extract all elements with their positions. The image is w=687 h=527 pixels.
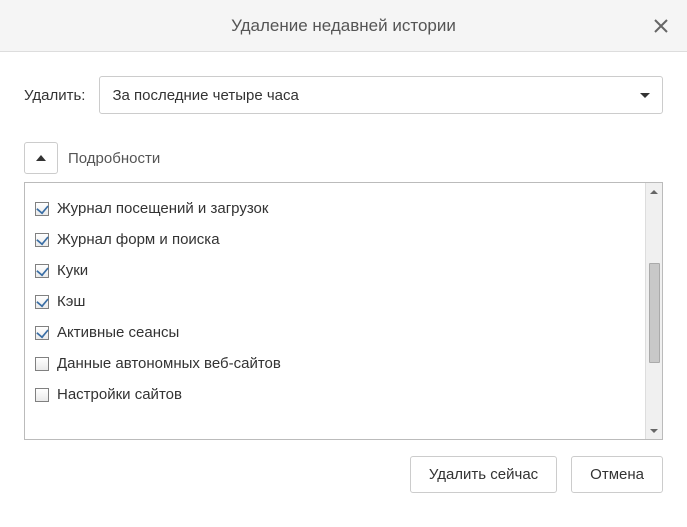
timerange-dropdown[interactable]: За последние четыре часа	[99, 76, 663, 114]
scroll-thumb[interactable]	[649, 263, 660, 363]
checkbox[interactable]	[35, 326, 49, 340]
timerange-label: Удалить:	[24, 87, 85, 104]
details-toggle-row: Подробности	[24, 142, 663, 174]
list-item[interactable]: Куки	[31, 255, 639, 286]
checkbox[interactable]	[35, 295, 49, 309]
list-item[interactable]: Настройки сайтов	[31, 379, 639, 410]
button-row: Удалить сейчас Отмена	[24, 456, 663, 493]
checkbox[interactable]	[35, 388, 49, 402]
titlebar: Удаление недавней истории	[0, 0, 687, 52]
list-item-label: Куки	[57, 262, 88, 279]
scrollbar[interactable]	[645, 183, 662, 439]
checkbox[interactable]	[35, 233, 49, 247]
list-item[interactable]: Журнал посещений и загрузок	[31, 193, 639, 224]
details-list: Журнал посещений и загрузок Журнал форм и…	[25, 183, 645, 439]
list-item-label: Активные сеансы	[57, 324, 179, 341]
list-item[interactable]: Журнал форм и поиска	[31, 224, 639, 255]
chevron-up-icon	[36, 155, 46, 161]
dialog-content: Удалить: За последние четыре часа Подроб…	[0, 52, 687, 527]
clear-history-dialog: Удаление недавней истории Удалить: За по…	[0, 0, 687, 527]
list-item[interactable]: Данные автономных веб-сайтов	[31, 348, 639, 379]
checkbox[interactable]	[35, 202, 49, 216]
details-toggle-button[interactable]	[24, 142, 58, 174]
cancel-button[interactable]: Отмена	[571, 456, 663, 493]
list-item-label: Журнал посещений и загрузок	[57, 200, 268, 217]
details-label: Подробности	[68, 150, 160, 167]
chevron-down-icon	[640, 93, 650, 98]
list-item-label: Журнал форм и поиска	[57, 231, 220, 248]
clear-now-button[interactable]: Удалить сейчас	[410, 456, 557, 493]
dialog-title: Удаление недавней истории	[231, 16, 456, 36]
scroll-down-icon[interactable]	[646, 422, 662, 439]
checkbox[interactable]	[35, 264, 49, 278]
list-item-label: Настройки сайтов	[57, 386, 182, 403]
close-icon[interactable]	[649, 14, 673, 38]
scroll-up-icon[interactable]	[646, 183, 662, 200]
timerange-row: Удалить: За последние четыре часа	[24, 76, 663, 114]
list-item[interactable]: Кэш	[31, 286, 639, 317]
details-listbox: Журнал посещений и загрузок Журнал форм и…	[24, 182, 663, 440]
list-item-label: Кэш	[57, 293, 85, 310]
list-item-label: Данные автономных веб-сайтов	[57, 355, 281, 372]
list-item[interactable]: Активные сеансы	[31, 317, 639, 348]
checkbox[interactable]	[35, 357, 49, 371]
timerange-selected: За последние четыре часа	[112, 87, 298, 104]
